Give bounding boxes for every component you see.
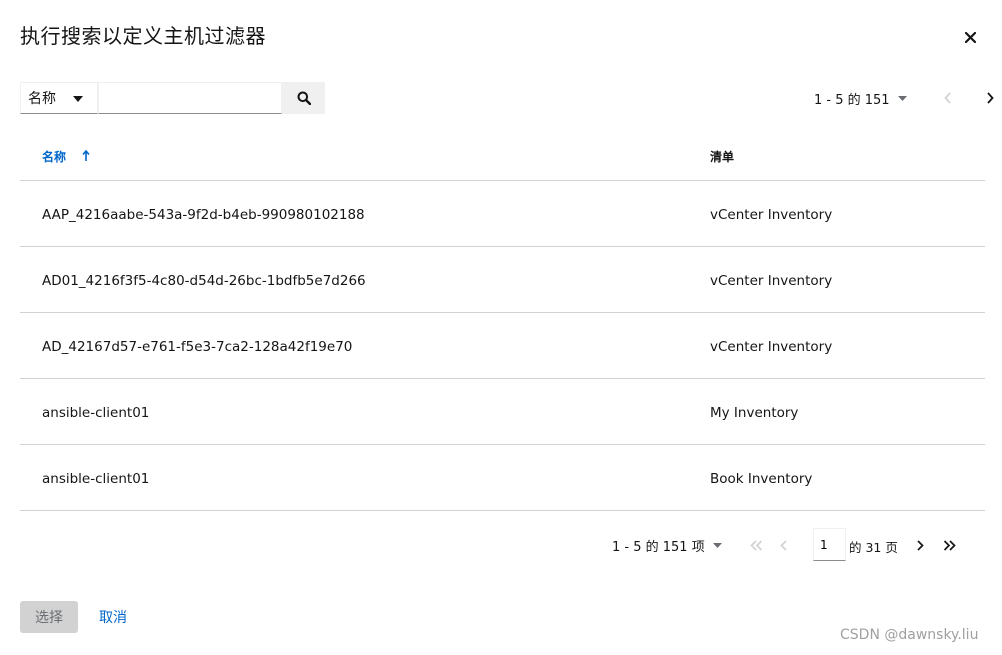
inventory-cell: vCenter Inventory [710, 273, 833, 289]
current-page-input[interactable] [813, 528, 846, 561]
filter-attribute-label: 名称 [28, 91, 56, 107]
column-header-inventory: 清单 [710, 150, 735, 164]
inventory-cell: Book Inventory [710, 471, 813, 487]
close-button[interactable] [958, 26, 982, 48]
pagination-range-label: 1 - 5 的 151 [814, 92, 890, 108]
arrow-up-icon [82, 150, 90, 161]
search-input[interactable] [98, 82, 282, 114]
host-name-cell: ansible-client01 [42, 471, 150, 487]
pagination-range-label: 1 - 5 的 151 项 [612, 539, 705, 555]
inventory-cell: vCenter Inventory [710, 339, 833, 355]
table-row[interactable]: AAP_4216aabe-543a-9f2d-b4eb-990980102188… [20, 181, 985, 247]
inventory-cell: vCenter Inventory [710, 207, 833, 223]
total-pages-label: 的 31 页 [849, 540, 898, 555]
host-name-cell: AD01_4216f3f5-4c80-d54d-26bc-1bdfb5e7d26… [42, 273, 366, 289]
table-header: 名称 清单 [20, 130, 985, 181]
select-button[interactable]: 选择 [20, 601, 78, 633]
caret-down-icon [712, 542, 722, 548]
bottom-pagination: 1 - 5 的 151 项 的 31 页 [612, 528, 962, 562]
last-page-button[interactable] [935, 529, 963, 561]
host-name-cell: ansible-client01 [42, 405, 150, 421]
host-filter-modal: 执行搜索以定义主机过滤器 名称 1 - 5 的 151 名称 清单 AAP_42… [0, 0, 1002, 655]
previous-page-button[interactable] [934, 82, 962, 114]
filter-attribute-select[interactable]: 名称 [20, 82, 98, 114]
toolbar: 名称 1 - 5 的 151 [20, 82, 994, 114]
close-icon [964, 31, 976, 43]
inventory-cell: My Inventory [710, 405, 799, 421]
table-row[interactable]: ansible-client01 My Inventory [20, 379, 985, 445]
next-page-button[interactable] [906, 529, 934, 561]
cancel-button[interactable]: 取消 [92, 601, 134, 633]
caret-down-icon [73, 96, 83, 102]
chevron-left-icon [944, 92, 951, 104]
chevron-left-icon [780, 539, 787, 551]
table-row[interactable]: AD_42167d57-e761-f5e3-7ca2-128a42f19e70 … [20, 313, 985, 379]
modal-title: 执行搜索以定义主机过滤器 [20, 24, 266, 48]
column-header-name[interactable]: 名称 [42, 148, 90, 165]
hosts-table: 名称 清单 AAP_4216aabe-543a-9f2d-b4eb-990980… [20, 130, 985, 511]
caret-down-icon [897, 95, 907, 101]
per-page-toggle[interactable]: 1 - 5 的 151 项 [612, 529, 722, 561]
watermark: CSDN @dawnsky.liu [840, 627, 979, 643]
top-pagination: 1 - 5 的 151 [814, 82, 994, 114]
search-icon [297, 91, 311, 105]
chevron-right-icon [987, 92, 994, 104]
table-row[interactable]: AD01_4216f3f5-4c80-d54d-26bc-1bdfb5e7d26… [20, 247, 985, 313]
double-chevron-left-icon [749, 539, 762, 551]
double-chevron-right-icon [943, 539, 956, 551]
host-name-cell: AAP_4216aabe-543a-9f2d-b4eb-990980102188 [42, 207, 365, 223]
per-page-toggle[interactable]: 1 - 5 的 151 [814, 82, 907, 114]
first-page-button[interactable] [742, 529, 770, 561]
host-name-cell: AD_42167d57-e761-f5e3-7ca2-128a42f19e70 [42, 339, 353, 355]
next-page-button[interactable] [976, 82, 1002, 114]
previous-page-button[interactable] [770, 529, 798, 561]
search-button[interactable] [282, 82, 325, 114]
chevron-right-icon [917, 539, 924, 551]
table-row[interactable]: ansible-client01 Book Inventory [20, 445, 985, 511]
